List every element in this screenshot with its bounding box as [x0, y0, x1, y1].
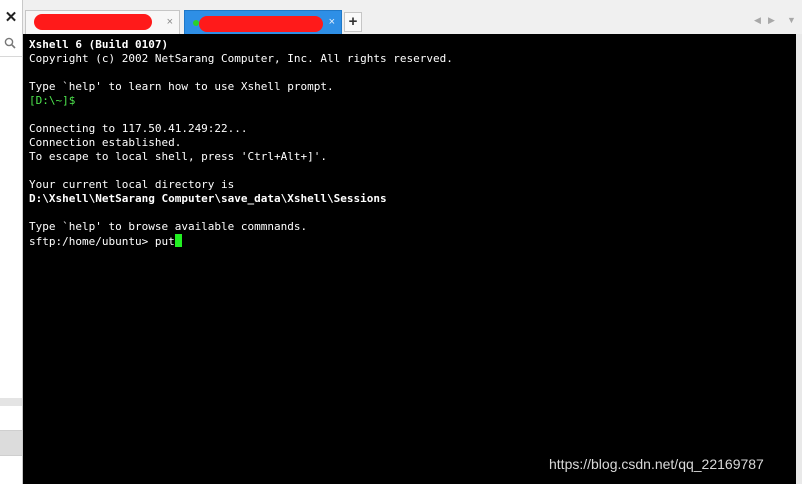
sidebar-panel-item[interactable] — [0, 430, 22, 456]
redacted-tab-title — [34, 14, 152, 30]
tab-session-2-active[interactable]: × — [184, 10, 342, 34]
sidebar-divider — [0, 56, 22, 57]
terminal-line: D:\Xshell\NetSarang Computer\save_data\X… — [29, 192, 387, 205]
tab-bar: × × + ◀ ▶ ▼ — [23, 8, 802, 34]
search-icon-glyph — [4, 37, 16, 49]
terminal-scrollbar[interactable] — [796, 34, 802, 484]
watermark-text: https://blog.csdn.net/qq_22169787 — [549, 456, 764, 472]
terminal-line: Xshell 6 (Build 0107) — [29, 38, 169, 51]
sftp-command-line[interactable]: sftp:/home/ubuntu> put — [29, 234, 182, 248]
terminal-line: Type `help' to learn how to use Xshell p… — [29, 80, 334, 93]
close-sidebar-icon[interactable]: ✕ — [0, 8, 22, 28]
command-input[interactable]: put — [155, 235, 175, 248]
terminal-line: Connecting to 117.50.41.249:22... — [29, 122, 248, 135]
close-tab-icon[interactable]: × — [167, 15, 173, 29]
scroll-tabs-right-icon[interactable]: ▶ — [768, 15, 775, 26]
new-tab-button[interactable]: + — [344, 12, 362, 32]
sidebar-panel-header — [0, 398, 22, 406]
terminal-output[interactable]: Xshell 6 (Build 0107) Copyright (c) 2002… — [23, 34, 796, 484]
tab-list-menu-icon[interactable]: ▼ — [787, 15, 796, 25]
session-sidebar: ✕ — [0, 0, 23, 484]
redacted-tab-title — [199, 16, 323, 32]
terminal-line: Your current local directory is — [29, 178, 235, 191]
terminal-line: Connection established. — [29, 136, 182, 149]
terminal-line: To escape to local shell, press 'Ctrl+Al… — [29, 150, 328, 163]
terminal-line: Type `help' to browse available commnand… — [29, 220, 308, 233]
sftp-prompt: sftp:/home/ubuntu> — [29, 235, 155, 248]
local-shell-prompt: [D:\~]$ — [29, 94, 76, 107]
terminal-line: Copyright (c) 2002 NetSarang Computer, I… — [29, 52, 453, 65]
tab-session-1[interactable]: × — [25, 10, 180, 34]
search-icon[interactable] — [2, 37, 18, 53]
text-cursor — [174, 234, 182, 247]
close-tab-icon[interactable]: × — [329, 15, 335, 29]
scroll-tabs-left-icon[interactable]: ◀ — [754, 15, 761, 26]
